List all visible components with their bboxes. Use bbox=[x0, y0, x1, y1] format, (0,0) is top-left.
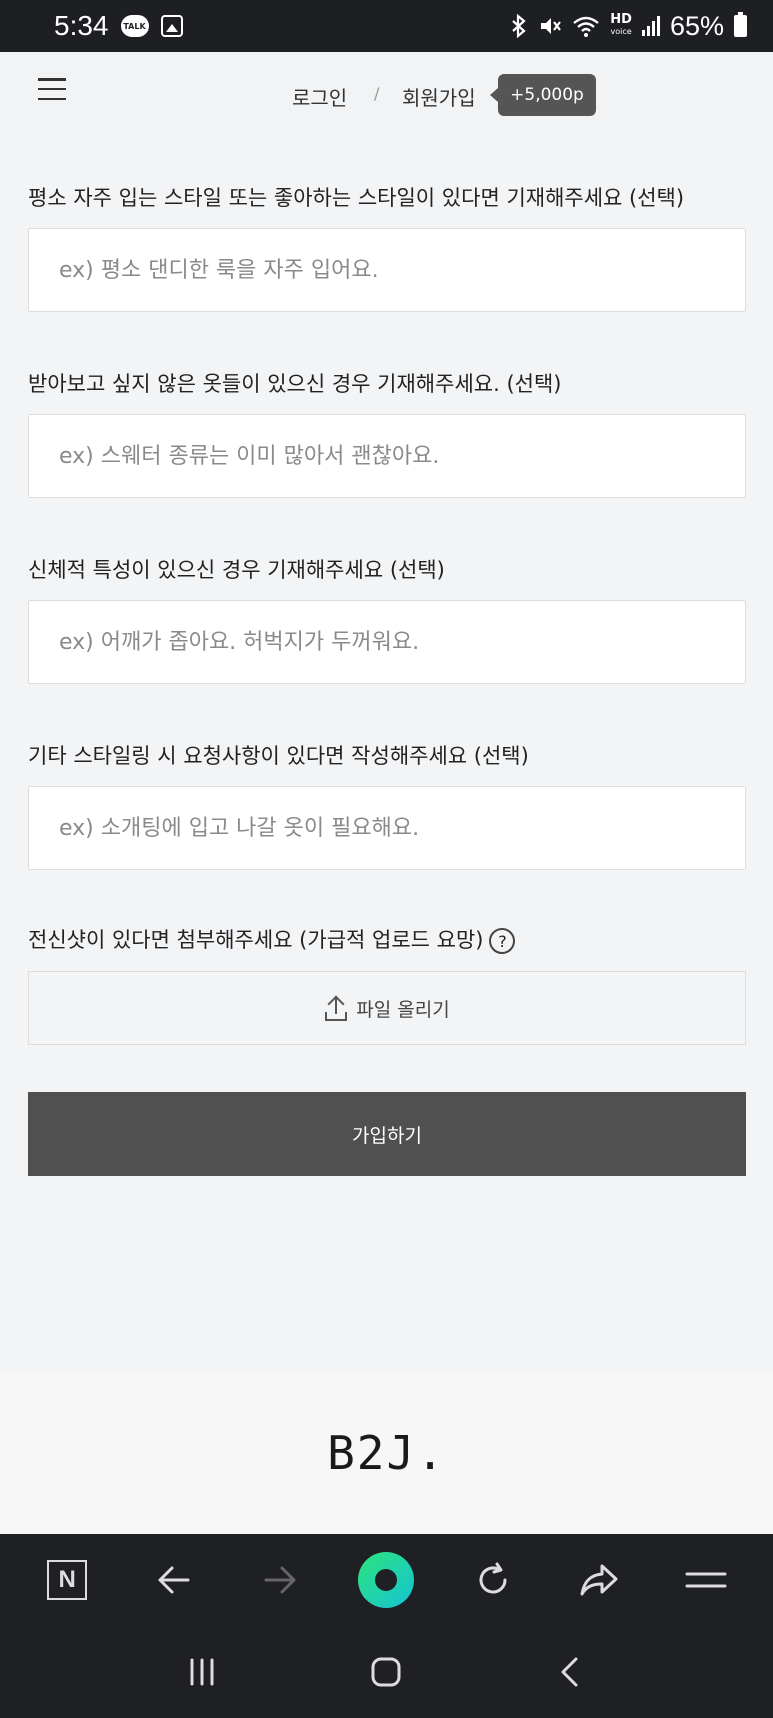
signup-points-badge: +5,000p bbox=[490, 74, 596, 116]
naver-home-button[interactable]: N bbox=[37, 1550, 97, 1610]
status-bar: 5:34 TALK HD voice 65% bbox=[0, 0, 773, 52]
hd-label: HD bbox=[610, 12, 632, 27]
unwanted-clothes-label: 받아보고 싶지 않은 옷들이 있으신 경우 기재해주세요. (선택) bbox=[28, 372, 562, 396]
style-preference-label: 평소 자주 입는 스타일 또는 좋아하는 스타일이 있다면 기재해주세요 (선택… bbox=[28, 186, 685, 210]
file-upload-button[interactable]: 파일 올리기 bbox=[28, 971, 746, 1045]
arrow-right-icon bbox=[264, 1566, 296, 1594]
green-dot-icon bbox=[358, 1552, 415, 1608]
site-footer: B2J. bbox=[0, 1372, 773, 1534]
styling-requests-label: 기타 스타일링 시 요청사항이 있다면 작성해주세요 (선택) bbox=[28, 744, 529, 768]
style-preference-input[interactable] bbox=[28, 228, 746, 312]
status-bar-right: HD voice 65% bbox=[510, 11, 747, 42]
signal-strength-icon bbox=[641, 16, 660, 36]
green-dot-button[interactable] bbox=[356, 1550, 416, 1610]
gallery-notification-icon bbox=[160, 15, 183, 37]
full-body-photo-label: 전신샷이 있다면 첨부해주세요 (가급적 업로드 요망)? bbox=[28, 924, 516, 954]
site-header: 로그인 / 회원가입 +5,000p bbox=[0, 52, 773, 140]
styling-requests-input[interactable] bbox=[28, 786, 746, 870]
system-navigation-bar bbox=[0, 1626, 773, 1718]
battery-percent: 65% bbox=[669, 10, 724, 41]
recent-apps-icon bbox=[190, 1658, 214, 1686]
body-traits-input[interactable] bbox=[28, 600, 746, 684]
browser-toolbar: N bbox=[0, 1534, 773, 1626]
refresh-icon bbox=[479, 1562, 507, 1594]
forward-button[interactable] bbox=[250, 1550, 310, 1610]
kakaotalk-notification-icon: TALK bbox=[120, 15, 149, 37]
hd-voice-icon: HD voice bbox=[610, 12, 632, 38]
signup-link[interactable]: 회원가입 bbox=[402, 82, 476, 111]
status-time: 5:34 bbox=[54, 10, 109, 41]
share-button[interactable] bbox=[569, 1550, 629, 1610]
nav-separator: / bbox=[374, 84, 380, 103]
status-bar-left: 5:34 TALK bbox=[54, 10, 183, 42]
share-arrow-icon bbox=[580, 1564, 618, 1596]
back-button[interactable] bbox=[144, 1550, 204, 1610]
upload-icon bbox=[324, 995, 348, 1021]
refresh-button[interactable] bbox=[463, 1550, 523, 1610]
voice-label: voice bbox=[610, 27, 632, 36]
battery-icon bbox=[734, 12, 747, 37]
unwanted-clothes-input[interactable] bbox=[28, 414, 746, 498]
bluetooth-icon bbox=[512, 14, 526, 38]
brand-logo: B2J. bbox=[327, 1426, 446, 1480]
login-link[interactable]: 로그인 bbox=[292, 82, 347, 111]
upload-label: 파일 올리기 bbox=[356, 998, 450, 1021]
help-question-icon[interactable]: ? bbox=[489, 928, 516, 954]
wifi-icon bbox=[573, 16, 600, 37]
body-traits-label: 신체적 특성이 있으신 경우 기재해주세요 (선택) bbox=[28, 558, 445, 582]
home-icon bbox=[371, 1657, 401, 1687]
signup-submit-button[interactable]: 가입하기 bbox=[28, 1092, 746, 1176]
home-button[interactable] bbox=[356, 1642, 416, 1702]
arrow-left-icon bbox=[158, 1566, 190, 1594]
chevron-left-icon bbox=[561, 1657, 578, 1687]
menu-lines-icon bbox=[685, 1572, 727, 1588]
full-body-photo-label-text: 전신샷이 있다면 첨부해주세요 (가급적 업로드 요망) bbox=[28, 928, 484, 952]
hamburger-menu-icon[interactable] bbox=[38, 78, 66, 100]
system-back-button[interactable] bbox=[541, 1642, 601, 1702]
mute-icon bbox=[541, 18, 562, 34]
recent-apps-button[interactable] bbox=[172, 1642, 232, 1702]
naver-n-icon: N bbox=[47, 1560, 88, 1600]
browser-menu-button[interactable] bbox=[676, 1550, 736, 1610]
